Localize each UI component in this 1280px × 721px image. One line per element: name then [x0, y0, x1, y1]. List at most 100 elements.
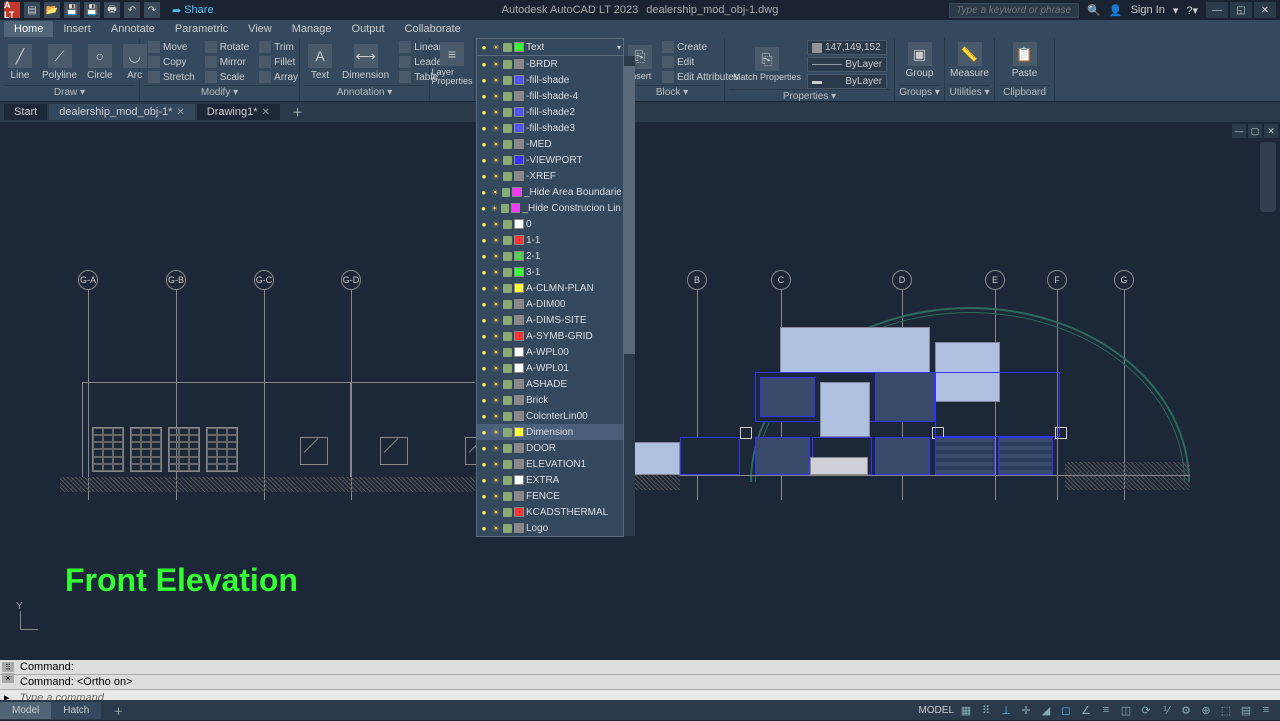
bulb-icon[interactable]: ● [479, 91, 489, 101]
layout-tab[interactable]: Hatch [51, 702, 101, 719]
file-tab-2[interactable]: Drawing1*✕ [197, 104, 280, 120]
paste-button[interactable]: 📋Paste [999, 40, 1050, 81]
cmd-handle[interactable]: ⠿✕ [2, 662, 14, 683]
freeze-icon[interactable]: ☀ [491, 411, 501, 421]
freeze-icon[interactable]: ☀ [491, 251, 501, 261]
color-swatch[interactable] [514, 411, 524, 421]
lock-icon[interactable] [503, 380, 512, 389]
stretch-button[interactable]: Stretch [144, 70, 199, 84]
grid-icon[interactable]: ▦ [958, 702, 974, 718]
bulb-icon[interactable]: ● [479, 107, 489, 117]
line-button[interactable]: ╱Line [4, 40, 36, 85]
otrack-icon[interactable]: ∠ [1078, 702, 1094, 718]
color-swatch[interactable] [514, 123, 524, 133]
freeze-icon[interactable]: ☀ [490, 203, 499, 213]
bulb-icon[interactable]: ● [479, 123, 489, 133]
lock-icon[interactable] [503, 348, 512, 357]
lock-icon[interactable] [503, 476, 512, 485]
measure-button[interactable]: 📏Measure [949, 40, 990, 81]
color-swatch[interactable] [514, 395, 524, 405]
color-swatch[interactable] [514, 475, 524, 485]
polyline-button[interactable]: ⟋Polyline [38, 40, 81, 85]
layer-item[interactable]: ●☀A-WPL00 [477, 344, 623, 360]
cycling-icon[interactable]: ⟳ [1138, 702, 1154, 718]
layer-item[interactable]: ●☀-fill-shade-4 [477, 88, 623, 104]
layer-item[interactable]: ●☀Dimension [477, 424, 623, 440]
bulb-icon[interactable]: ● [479, 219, 489, 229]
lock-icon[interactable] [503, 60, 512, 69]
freeze-icon[interactable]: ☀ [491, 347, 501, 357]
freeze-icon[interactable]: ☀ [491, 443, 501, 453]
freeze-icon[interactable]: ☀ [491, 363, 501, 373]
layer-item[interactable]: ●☀DOOR [477, 440, 623, 456]
tab-output[interactable]: Output [342, 21, 395, 37]
freeze-icon[interactable]: ☀ [491, 155, 501, 165]
trim-button[interactable]: Trim [255, 40, 302, 54]
signin-link[interactable]: Sign In [1131, 4, 1165, 16]
freeze-icon[interactable]: ☀ [491, 139, 501, 149]
redo-icon[interactable]: ↷ [144, 2, 160, 18]
rotate-button[interactable]: Rotate [201, 40, 253, 54]
lock-icon[interactable] [503, 156, 512, 165]
help-icon[interactable]: ?▾ [1186, 4, 1198, 17]
group-button[interactable]: ▣Group [899, 40, 940, 81]
layer-item[interactable]: ●☀-fill-shade2 [477, 104, 623, 120]
freeze-icon[interactable]: ☀ [491, 299, 501, 309]
move-button[interactable]: Move [144, 40, 199, 54]
workspace-icon[interactable]: ⚙ [1178, 702, 1194, 718]
panel-label[interactable]: Clipboard [999, 85, 1050, 99]
lock-icon[interactable] [503, 396, 512, 405]
color-swatch[interactable] [514, 443, 524, 453]
bulb-icon[interactable]: ● [479, 347, 489, 357]
app-icon[interactable]: A LT [4, 2, 20, 18]
freeze-icon[interactable]: ☀ [491, 283, 501, 293]
bulb-icon[interactable]: ● [479, 363, 489, 373]
lock-icon[interactable] [503, 43, 512, 52]
osnap-icon[interactable]: ◻ [1058, 702, 1074, 718]
layer-item[interactable]: ●☀-fill-shade [477, 72, 623, 88]
bulb-icon[interactable]: ● [479, 427, 489, 437]
new-icon[interactable]: ▤ [24, 2, 40, 18]
color-select[interactable]: 147,149,152 [807, 40, 887, 55]
layer-item[interactable]: ●☀A-SYMB-GRID [477, 328, 623, 344]
lock-icon[interactable] [503, 124, 512, 133]
file-tab-1[interactable]: dealership_mod_obj-1*✕ [49, 104, 195, 120]
vp-max-icon[interactable]: ▢ [1248, 124, 1262, 138]
lock-icon[interactable] [503, 460, 512, 469]
color-swatch[interactable] [514, 42, 524, 52]
tab-insert[interactable]: Insert [53, 21, 101, 37]
layer-item[interactable]: ●☀A-DIMS-SITE [477, 312, 623, 328]
lock-icon[interactable] [503, 428, 512, 437]
bulb-icon[interactable]: ● [479, 491, 489, 501]
tab-parametric[interactable]: Parametric [165, 21, 238, 37]
layer-item[interactable]: ●☀FENCE [477, 488, 623, 504]
array-button[interactable]: Array [255, 70, 302, 84]
isodraft-icon[interactable]: ◢ [1038, 702, 1054, 718]
color-swatch[interactable] [514, 379, 524, 389]
layer-item[interactable]: ●☀2-1 [477, 248, 623, 264]
drawing-canvas[interactable]: — ▢ ✕ G-AG-BG-CG-DBCDEFG [0, 122, 1280, 660]
lock-icon[interactable] [503, 172, 512, 181]
lock-icon[interactable] [503, 252, 512, 261]
freeze-icon[interactable]: ☀ [491, 427, 501, 437]
layer-item[interactable]: ●☀-BRDR [477, 56, 623, 72]
freeze-icon[interactable]: ☀ [491, 379, 501, 389]
annomonitor-icon[interactable]: ⊕ [1198, 702, 1214, 718]
qprops-icon[interactable]: ▤ [1238, 702, 1254, 718]
vp-min-icon[interactable]: — [1232, 124, 1246, 138]
freeze-icon[interactable]: ☀ [490, 187, 499, 197]
color-swatch[interactable] [514, 315, 524, 325]
scroll-thumb[interactable] [624, 66, 635, 354]
color-swatch[interactable] [514, 427, 524, 437]
annoscale-icon[interactable]: ⅟ [1158, 702, 1174, 718]
freeze-icon[interactable]: ☀ [491, 491, 501, 501]
freeze-icon[interactable]: ☀ [491, 523, 501, 533]
saveas-icon[interactable]: 💾 [84, 2, 100, 18]
layer-properties-button[interactable]: ≡Layer Properties [434, 40, 470, 88]
tab-view[interactable]: View [238, 21, 282, 37]
tab-manage[interactable]: Manage [282, 21, 342, 37]
lock-icon[interactable] [503, 284, 512, 293]
lock-icon[interactable] [503, 364, 512, 373]
bulb-icon[interactable]: ● [479, 411, 489, 421]
color-swatch[interactable] [514, 347, 524, 357]
